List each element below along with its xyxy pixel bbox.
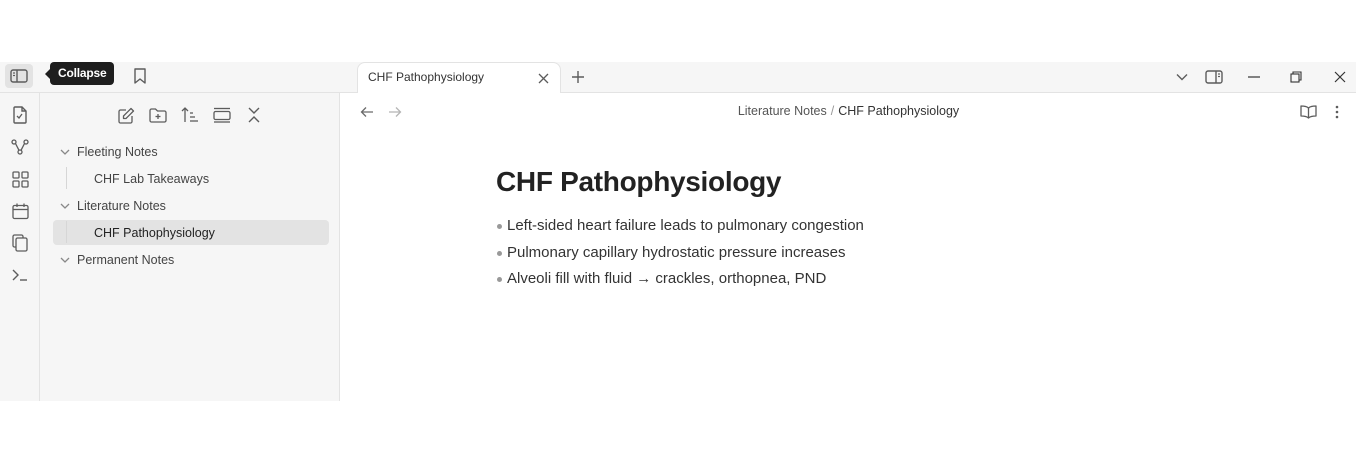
tree-guide — [66, 167, 67, 189]
breadcrumb-separator: / — [830, 104, 835, 118]
breadcrumb: Literature Notes / CHF Pathophysiology — [341, 104, 1356, 118]
sidebar-toggle-icon[interactable] — [5, 64, 33, 88]
calendar-icon[interactable] — [8, 199, 32, 223]
minimize-icon[interactable] — [1242, 65, 1266, 89]
graph-icon[interactable] — [8, 135, 32, 159]
list-item[interactable]: Pulmonary capillary hydrostatic pressure… — [497, 242, 864, 269]
new-tab-icon[interactable] — [566, 65, 590, 89]
folder-permanent-notes[interactable]: Permanent Notes — [77, 253, 174, 267]
new-note-icon[interactable] — [114, 103, 138, 127]
file-chf-pathophysiology[interactable]: CHF Pathophysiology — [94, 226, 215, 240]
terminal-icon[interactable] — [8, 263, 32, 287]
bullet-list: Left-sided heart failure leads to pulmon… — [497, 215, 864, 295]
grid-icon[interactable] — [8, 167, 32, 191]
chevron-down-icon[interactable] — [60, 256, 70, 264]
tree-guide — [66, 221, 67, 243]
breadcrumb-parent[interactable]: Literature Notes — [738, 104, 827, 118]
close-window-icon[interactable] — [1328, 65, 1352, 89]
list-item[interactable]: Left-sided heart failure leads to pulmon… — [497, 215, 864, 242]
chevron-down-icon[interactable] — [60, 202, 70, 210]
tab-chf-pathophysiology[interactable]: CHF Pathophysiology — [357, 62, 561, 94]
breadcrumb-current[interactable]: CHF Pathophysiology — [838, 104, 959, 118]
close-icon[interactable] — [534, 69, 552, 87]
sort-icon[interactable] — [178, 103, 202, 127]
more-options-icon[interactable] — [1325, 100, 1349, 124]
file-icon[interactable] — [8, 103, 32, 127]
editor-pane: Literature Notes / CHF Pathophysiology CHF… — [341, 93, 1356, 401]
left-ribbon — [0, 93, 40, 401]
collapse-all-icon[interactable] — [242, 103, 266, 127]
tab-bar: CHF Pathophysiology — [340, 62, 1356, 94]
chevron-down-icon[interactable] — [60, 148, 70, 156]
sidebar-header: Collapse — [0, 62, 340, 93]
file-explorer: Fleeting Notes CHF Lab Takeaways Literat… — [40, 93, 340, 401]
tab-title: CHF Pathophysiology — [368, 70, 485, 84]
folder-fleeting-notes[interactable]: Fleeting Notes — [77, 145, 158, 159]
document-title[interactable]: CHF Pathophysiology — [496, 166, 782, 198]
list-item[interactable]: Alveoli fill with fluid → crackles, orth… — [497, 268, 864, 295]
app-window: Collapse Fleeting Notes CHF Lab Takeaway… — [0, 62, 1356, 401]
new-folder-icon[interactable] — [146, 103, 170, 127]
chevron-down-icon[interactable] — [1170, 65, 1194, 89]
collapse-view-icon[interactable] — [210, 103, 234, 127]
file-chf-lab-takeaways[interactable]: CHF Lab Takeaways — [94, 172, 209, 186]
folder-literature-notes[interactable]: Literature Notes — [77, 199, 166, 213]
reading-view-icon[interactable] — [1296, 100, 1320, 124]
collapse-tooltip: Collapse — [44, 62, 115, 85]
right-sidebar-toggle-icon[interactable] — [1202, 65, 1226, 89]
copy-icon[interactable] — [8, 231, 32, 255]
restore-icon[interactable] — [1284, 65, 1308, 89]
bookmark-icon[interactable] — [128, 64, 152, 88]
